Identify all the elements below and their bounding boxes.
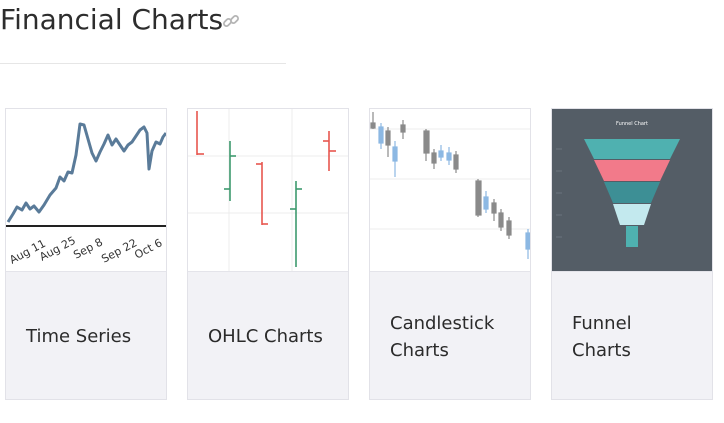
link-icon[interactable] [221,12,241,32]
funnel-title: Funnel Chart [616,121,648,127]
time-series-line [6,122,166,223]
ohlc-bar [224,141,236,201]
candlestick [400,120,406,139]
candlestick [453,151,459,173]
section-title: Financial Charts [0,3,224,36]
card-label: Time Series [26,326,132,347]
candlestick [431,149,437,169]
card-candlestick-charts[interactable]: Candlestick Charts [369,108,531,400]
funnel-stage [584,139,680,159]
candlestick [385,127,391,157]
ohlc-bar [323,131,336,171]
card-label: Funnel Charts [572,313,632,361]
card-label: OHLC Charts [208,326,323,347]
x-tick-label: Sep 8 [71,236,105,262]
candlestick [370,112,376,129]
card-time-series[interactable]: Aug 11 Aug 25 Sep 8 Sep 22 Oct 6 Time Se… [5,108,167,400]
candlestick [483,191,489,213]
candlestick [525,229,530,259]
card-ohlc-charts[interactable]: OHLC Charts [187,108,349,400]
candlestick-thumbnail [370,109,530,272]
funnel-stage [594,160,670,181]
candlestick [446,147,452,165]
funnel-thumbnail: Funnel Chart [552,109,712,272]
section-header: Financial Charts [0,0,300,64]
candlestick [423,129,430,161]
card-funnel-charts[interactable]: Funnel Chart Funnel Charts [551,108,713,400]
ohlc-bar [256,162,268,225]
ohlc-bar [196,111,204,155]
x-tick-label: Oct 6 [132,236,164,261]
header-divider [0,63,286,64]
candlestick [506,217,512,239]
candlestick [498,209,504,231]
funnel-stage [604,182,660,203]
candlestick [475,179,482,217]
candlestick [378,123,384,149]
ohlc-thumbnail [188,109,348,272]
candlestick [438,145,444,161]
candlestick [491,199,497,221]
candlestick [392,141,398,177]
time-series-thumbnail: Aug 11 Aug 25 Sep 8 Sep 22 Oct 6 [6,109,166,272]
x-tick-label: Aug 25 [37,234,78,264]
card-label: Candlestick Charts [390,313,495,361]
funnel-stage [626,226,638,247]
